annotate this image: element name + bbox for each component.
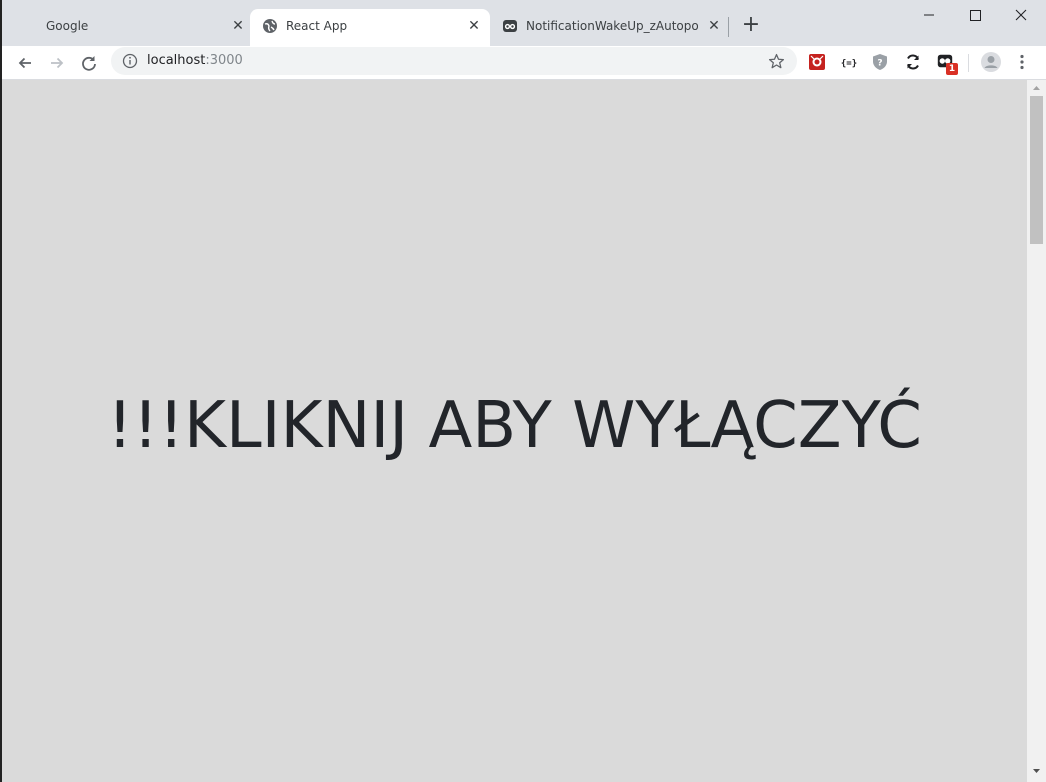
tab-google[interactable]: Google ✕ xyxy=(10,9,250,46)
tab-strip: Google ✕ React App ✕ NotificationWakeUp_… xyxy=(2,0,1046,46)
close-tab-icon[interactable]: ✕ xyxy=(466,18,482,34)
address-bar[interactable]: localhost:3000 xyxy=(111,47,797,75)
profile-avatar-icon[interactable] xyxy=(980,51,1002,73)
page-content: !!!KLIKNIJ ABY WYŁĄCZYĆ xyxy=(2,80,1027,782)
info-icon[interactable] xyxy=(122,53,138,69)
menu-kebab-icon[interactable] xyxy=(1012,52,1032,72)
tab-divider xyxy=(728,17,729,37)
close-tab-icon[interactable]: ✕ xyxy=(706,18,722,34)
minimize-icon[interactable] xyxy=(918,4,940,26)
browser-toolbar: localhost:3000 {=} ? 1 xyxy=(2,46,1046,80)
reload-icon[interactable] xyxy=(78,52,100,74)
robot-icon xyxy=(503,20,517,32)
sync-icon[interactable] xyxy=(903,52,923,72)
scroll-up-arrow-icon[interactable] xyxy=(1031,83,1042,93)
globe-icon xyxy=(263,19,277,33)
forward-icon[interactable] xyxy=(46,52,68,74)
browser-window: Google ✕ React App ✕ NotificationWakeUp_… xyxy=(2,0,1046,782)
tab-notification[interactable]: NotificationWakeUp_zAutopobie ✕ xyxy=(490,9,730,46)
close-tab-icon[interactable]: ✕ xyxy=(230,18,246,34)
tab-react-app[interactable]: React App ✕ xyxy=(250,9,490,46)
red-extension-icon[interactable] xyxy=(807,52,827,72)
url-host: localhost xyxy=(147,53,206,68)
close-window-icon[interactable] xyxy=(1010,4,1032,26)
tab-title: NotificationWakeUp_zAutopobie xyxy=(526,19,698,33)
notification-extension[interactable]: 1 xyxy=(934,51,960,75)
bookmark-star-icon[interactable] xyxy=(768,53,785,70)
url-port: :3000 xyxy=(205,53,243,68)
scrollbar-thumb[interactable] xyxy=(1030,96,1043,244)
svg-text:?: ? xyxy=(877,59,882,69)
tab-title: Google xyxy=(46,19,89,33)
new-tab-button[interactable]: + xyxy=(740,14,762,36)
back-icon[interactable] xyxy=(14,52,36,74)
maximize-icon[interactable] xyxy=(964,4,986,26)
json-formatter-icon[interactable]: {=} xyxy=(839,52,859,72)
disable-notification-button[interactable]: !!!KLIKNIJ ABY WYŁĄCZYĆ xyxy=(2,389,1027,463)
vertical-scrollbar[interactable] xyxy=(1027,80,1046,782)
url-text: localhost:3000 xyxy=(147,53,243,68)
extension-badge: 1 xyxy=(946,63,958,75)
scroll-down-arrow-icon[interactable] xyxy=(1031,766,1042,776)
svg-text:{=}: {=} xyxy=(841,59,857,69)
shield-question-icon[interactable]: ? xyxy=(870,52,890,72)
tab-title: React App xyxy=(286,19,348,33)
toolbar-divider xyxy=(968,54,969,72)
